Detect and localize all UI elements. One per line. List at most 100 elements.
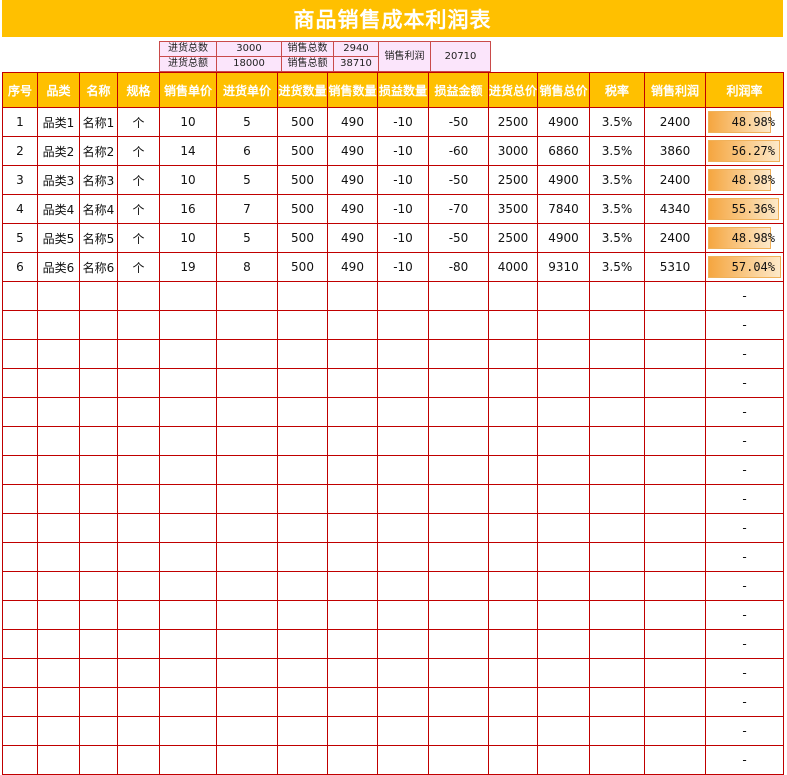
empty-cell[interactable] [159, 397, 217, 427]
column-header[interactable]: 销售利润 [644, 72, 707, 108]
empty-cell[interactable] [537, 716, 591, 746]
table-cell[interactable]: 500 [277, 194, 328, 224]
empty-cell[interactable] [277, 571, 328, 601]
empty-cell[interactable] [2, 368, 38, 398]
empty-cell[interactable] [327, 513, 378, 543]
empty-cell[interactable] [487, 716, 539, 746]
empty-cell[interactable] [327, 310, 378, 340]
table-cell[interactable]: 9310 [537, 252, 591, 282]
empty-cell[interactable] [2, 658, 38, 688]
empty-cell[interactable] [117, 368, 160, 398]
empty-cell[interactable] [589, 745, 646, 775]
summary-profit-label[interactable]: 销售利润 [378, 41, 431, 72]
empty-cell[interactable] [117, 397, 160, 427]
table-cell[interactable]: 500 [277, 165, 328, 195]
empty-cell[interactable] [589, 513, 646, 543]
table-cell[interactable]: 3500 [487, 194, 539, 224]
table-cell[interactable]: -10 [377, 194, 429, 224]
empty-cell[interactable] [377, 687, 429, 717]
empty-cell[interactable]: - [705, 339, 785, 369]
table-cell[interactable]: 4000 [487, 252, 539, 282]
empty-cell[interactable] [537, 281, 591, 311]
empty-cell[interactable] [327, 629, 378, 659]
empty-cell[interactable] [2, 397, 38, 427]
empty-cell[interactable] [277, 629, 328, 659]
table-cell[interactable]: 3.5% [589, 252, 646, 282]
empty-cell[interactable] [487, 310, 539, 340]
table-cell[interactable]: 名称5 [79, 223, 118, 253]
table-cell[interactable]: -10 [377, 136, 429, 166]
table-cell[interactable]: 个 [117, 136, 160, 166]
empty-cell[interactable] [216, 339, 278, 369]
empty-cell[interactable] [327, 745, 378, 775]
table-cell[interactable]: 2500 [487, 223, 539, 253]
table-cell[interactable]: 5 [2, 223, 38, 253]
empty-cell[interactable] [487, 397, 539, 427]
empty-cell[interactable] [79, 368, 118, 398]
empty-cell[interactable] [277, 281, 328, 311]
summary-purchase-amt-label[interactable]: 进货总额 [159, 56, 217, 72]
empty-cell[interactable] [377, 542, 429, 572]
empty-cell[interactable] [117, 658, 160, 688]
empty-cell[interactable] [159, 368, 217, 398]
empty-cell[interactable] [487, 513, 539, 543]
table-cell[interactable]: 名称3 [79, 165, 118, 195]
empty-cell[interactable] [537, 658, 591, 688]
empty-cell[interactable] [277, 397, 328, 427]
empty-cell[interactable] [37, 745, 80, 775]
table-cell[interactable]: 3.5% [589, 194, 646, 224]
empty-cell[interactable] [216, 687, 278, 717]
empty-cell[interactable] [117, 339, 160, 369]
table-cell[interactable]: -50 [428, 223, 489, 253]
column-header[interactable]: 进货总价 [487, 72, 539, 108]
column-header[interactable]: 税率 [589, 72, 646, 108]
empty-cell[interactable] [428, 658, 489, 688]
empty-cell[interactable] [644, 484, 707, 514]
column-header[interactable]: 规格 [117, 72, 160, 108]
empty-cell[interactable] [159, 339, 217, 369]
empty-cell[interactable] [277, 484, 328, 514]
column-header[interactable]: 损益金额 [428, 72, 489, 108]
empty-cell[interactable]: - [705, 368, 785, 398]
empty-cell[interactable] [644, 658, 707, 688]
column-header[interactable]: 进货单价 [216, 72, 278, 108]
empty-cell[interactable] [37, 339, 80, 369]
empty-cell[interactable] [2, 281, 38, 311]
empty-cell[interactable] [644, 397, 707, 427]
empty-cell[interactable] [589, 600, 646, 630]
profit-rate-cell[interactable]: 48.98% [705, 165, 785, 195]
table-cell[interactable]: 个 [117, 194, 160, 224]
table-cell[interactable]: 490 [327, 165, 378, 195]
empty-cell[interactable] [117, 426, 160, 456]
empty-cell[interactable] [79, 397, 118, 427]
empty-cell[interactable]: - [705, 716, 785, 746]
empty-cell[interactable] [377, 745, 429, 775]
empty-cell[interactable] [487, 281, 539, 311]
empty-cell[interactable] [644, 281, 707, 311]
table-cell[interactable]: 名称6 [79, 252, 118, 282]
empty-cell[interactable] [159, 658, 217, 688]
table-cell[interactable]: -10 [377, 252, 429, 282]
table-cell[interactable]: 个 [117, 107, 160, 137]
summary-sales-amt-label[interactable]: 销售总额 [281, 56, 334, 72]
table-cell[interactable]: -70 [428, 194, 489, 224]
empty-cell[interactable] [589, 455, 646, 485]
table-cell[interactable]: 名称1 [79, 107, 118, 137]
empty-cell[interactable] [2, 455, 38, 485]
empty-cell[interactable]: - [705, 687, 785, 717]
table-cell[interactable]: 个 [117, 165, 160, 195]
table-cell[interactable]: 490 [327, 252, 378, 282]
table-cell[interactable]: -50 [428, 165, 489, 195]
empty-cell[interactable] [487, 339, 539, 369]
empty-cell[interactable] [277, 745, 328, 775]
empty-cell[interactable] [487, 542, 539, 572]
table-cell[interactable]: 6860 [537, 136, 591, 166]
empty-cell[interactable] [537, 571, 591, 601]
column-header[interactable]: 序号 [2, 72, 38, 108]
empty-cell[interactable] [159, 745, 217, 775]
empty-cell[interactable] [377, 426, 429, 456]
table-cell[interactable]: 5 [216, 165, 278, 195]
empty-cell[interactable] [2, 484, 38, 514]
empty-cell[interactable] [327, 716, 378, 746]
empty-cell[interactable] [159, 542, 217, 572]
